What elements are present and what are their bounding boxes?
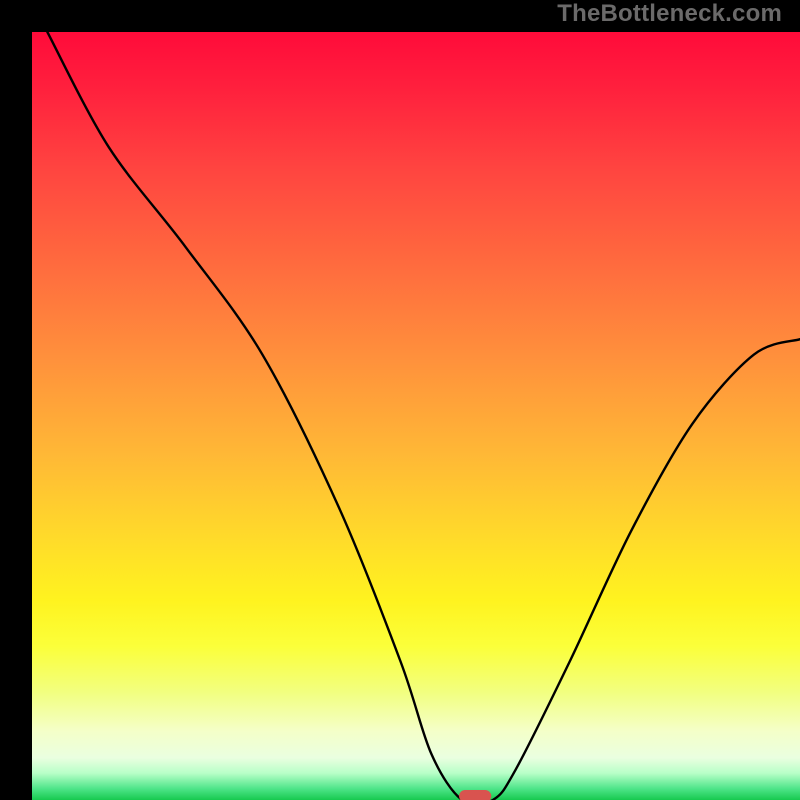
chart-frame bbox=[16, 16, 784, 784]
bottleneck-chart bbox=[32, 32, 800, 800]
watermark-text: TheBottleneck.com bbox=[557, 0, 782, 28]
gradient-background bbox=[32, 32, 800, 800]
optimal-marker bbox=[459, 790, 491, 800]
